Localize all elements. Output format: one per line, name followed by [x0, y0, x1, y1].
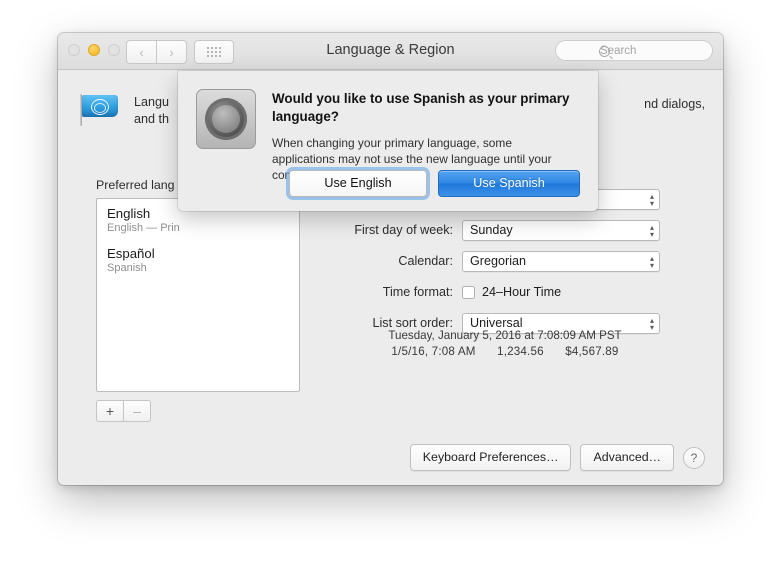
preview-currency: $4,567.89	[565, 345, 619, 358]
preview-short-date: 1/5/16, 7:08 AM	[391, 345, 476, 358]
preview-line-2: 1/5/16, 7:08 AM 1,234.56 $4,567.89	[320, 344, 690, 360]
stepper-icon: ▴ ▾	[649, 192, 654, 208]
un-flag-icon	[78, 92, 120, 126]
preview-line-1: Tuesday, January 5, 2016 at 7:08:09 AM P…	[388, 329, 622, 342]
intro-line-2: and th	[134, 112, 170, 126]
help-button[interactable]: ?	[683, 446, 705, 469]
24-hour-time-label: 24–Hour Time	[482, 285, 562, 299]
calendar-select[interactable]: Gregorian ▴ ▾	[462, 250, 660, 272]
stepper-icon: ▴ ▾	[649, 254, 654, 270]
preferred-languages-label: Preferred lang	[96, 178, 175, 192]
form-row-time-format: Time format: 24–Hour Time	[320, 281, 690, 303]
language-name: Español	[107, 246, 155, 261]
language-detail: English — Prin	[107, 222, 180, 234]
preview-number: 1,234.56	[497, 345, 544, 358]
field-label: Time format:	[382, 285, 453, 299]
24-hour-time-checkbox[interactable]	[462, 285, 475, 299]
language-detail: Spanish	[107, 262, 147, 274]
remove-language-button[interactable]: –	[123, 400, 151, 422]
field-label: Calendar:	[398, 254, 453, 268]
form-row-first-day-of-week: First day of week: Sunday ▴ ▾	[320, 219, 690, 241]
use-english-button[interactable]: Use English	[289, 170, 427, 197]
system-preferences-gear-icon	[196, 89, 256, 149]
use-spanish-button[interactable]: Use Spanish	[438, 170, 580, 197]
region-settings-form: ▴ ▾ First day of week: Sunday ▴ ▾ Calendar…	[320, 188, 690, 343]
search-icon	[599, 46, 610, 57]
intro-text: Langu and th	[134, 92, 169, 128]
alert-buttons: Use English Use Spanish	[289, 170, 580, 197]
add-remove-language-buttons: + –	[96, 400, 151, 422]
list-item[interactable]: Español Spanish	[97, 239, 299, 279]
add-language-button[interactable]: +	[96, 400, 123, 422]
screen: ‹ › Language & Region Search Langu and t…	[0, 0, 780, 566]
field-label: First day of week:	[354, 223, 453, 237]
footer-buttons: Keyboard Preferences… Advanced… ?	[409, 444, 705, 471]
intro-line-1: Langu	[134, 95, 170, 109]
form-row-calendar: Calendar: Gregorian ▴ ▾	[320, 250, 690, 272]
stepper-icon: ▴ ▾	[649, 223, 654, 239]
system-preferences-window: ‹ › Language & Region Search Langu and t…	[58, 33, 723, 485]
preferred-languages-list[interactable]: English English — Prin Español Spanish	[96, 198, 300, 392]
alert-title: Would you like to use Spanish as your pr…	[272, 91, 570, 124]
primary-language-alert-sheet: Would you like to use Spanish as your pr…	[178, 71, 598, 211]
field-value: Sunday	[470, 223, 513, 237]
field-value: Gregorian	[470, 254, 527, 268]
intro-tail: nd dialogs,	[644, 97, 705, 111]
advanced-button[interactable]: Advanced…	[580, 444, 674, 471]
search-field[interactable]: Search	[555, 40, 713, 61]
first-day-of-week-select[interactable]: Sunday ▴ ▾	[462, 219, 660, 241]
window-titlebar: ‹ › Language & Region Search	[58, 33, 723, 70]
format-preview: Tuesday, January 5, 2016 at 7:08:09 AM P…	[320, 328, 690, 360]
keyboard-preferences-button[interactable]: Keyboard Preferences…	[409, 444, 572, 471]
